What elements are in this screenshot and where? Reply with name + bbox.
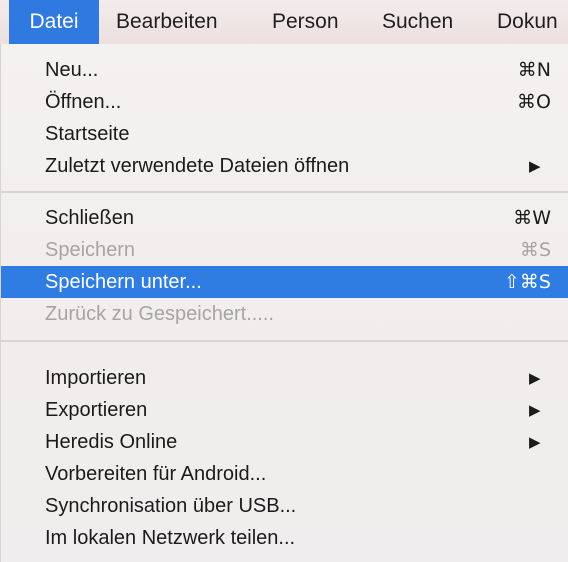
menu-item-label: Importieren [45, 367, 147, 389]
menu-item-label: Zurück zu Gespeichert..... [45, 303, 274, 325]
menu-item-new[interactable]: Neu... ⌘N [1, 54, 568, 86]
screen: Datei Bearbeiten Person Suchen Dokun Neu… [0, 0, 568, 562]
menu-item-heredis-online[interactable]: Heredis Online ▶ [1, 426, 568, 458]
menubar-item-dokumente[interactable]: Dokun [497, 0, 558, 44]
menu-item-label: Öffnen... [45, 91, 122, 113]
menu-item-share-local-network[interactable]: Im lokalen Netzwerk teilen... [1, 522, 568, 554]
menubar-item-person[interactable]: Person [272, 0, 339, 44]
menubar-item-datei[interactable]: Datei [9, 0, 99, 44]
submenu-arrow-icon: ▶ [529, 433, 541, 451]
menu-item-label: Synchronisation über USB... [45, 495, 297, 517]
menu-item-label: Exportieren [45, 399, 148, 421]
menu-item-close[interactable]: Schließen ⌘W [1, 202, 568, 234]
keyboard-shortcut: ⌘O [517, 91, 551, 113]
menu-item-label: Speichern unter... [45, 271, 202, 293]
menu-item-label: Im lokalen Netzwerk teilen... [45, 527, 296, 549]
menu-item-revert: Zurück zu Gespeichert..... [1, 298, 568, 330]
menu-item-home[interactable]: Startseite [1, 118, 568, 150]
menu-item-label: Neu... [45, 59, 99, 81]
menu-item-save: Speichern ⌘S [1, 234, 568, 266]
keyboard-shortcut: ⌘S [519, 239, 551, 261]
submenu-arrow-icon: ▶ [529, 369, 541, 387]
keyboard-shortcut: ⌘W [513, 207, 551, 229]
file-menu-dropdown: Neu... ⌘N Öffnen... ⌘O Startseite Zuletz… [0, 44, 568, 562]
menu-item-label: Schließen [45, 207, 134, 229]
menu-item-prepare-android[interactable]: Vorbereiten für Android... [1, 458, 568, 490]
submenu-arrow-icon: ▶ [529, 157, 541, 175]
menu-item-recent-files[interactable]: Zuletzt verwendete Dateien öffnen ▶ [1, 150, 568, 182]
menu-item-label: Vorbereiten für Android... [45, 463, 267, 485]
menubar-item-bearbeiten[interactable]: Bearbeiten [116, 0, 218, 44]
menu-item-open[interactable]: Öffnen... ⌘O [1, 86, 568, 118]
keyboard-shortcut: ⇧⌘S [504, 271, 551, 293]
menu-bar: Datei Bearbeiten Person Suchen Dokun [0, 0, 568, 44]
menu-item-label: Speichern [45, 239, 136, 261]
menubar-item-suchen[interactable]: Suchen [382, 0, 453, 44]
menu-item-save-as[interactable]: Speichern unter... ⇧⌘S [1, 266, 568, 298]
menu-item-label: Zuletzt verwendete Dateien öffnen [45, 155, 350, 177]
menu-item-import[interactable]: Importieren ▶ [1, 362, 568, 394]
menu-item-label: Startseite [45, 123, 130, 145]
menu-item-label: Heredis Online [45, 431, 178, 453]
menu-separator [1, 340, 568, 342]
menu-item-usb-sync[interactable]: Synchronisation über USB... [1, 490, 568, 522]
submenu-arrow-icon: ▶ [529, 401, 541, 419]
keyboard-shortcut: ⌘N [517, 59, 551, 81]
menu-separator [1, 191, 568, 193]
menu-item-export[interactable]: Exportieren ▶ [1, 394, 568, 426]
